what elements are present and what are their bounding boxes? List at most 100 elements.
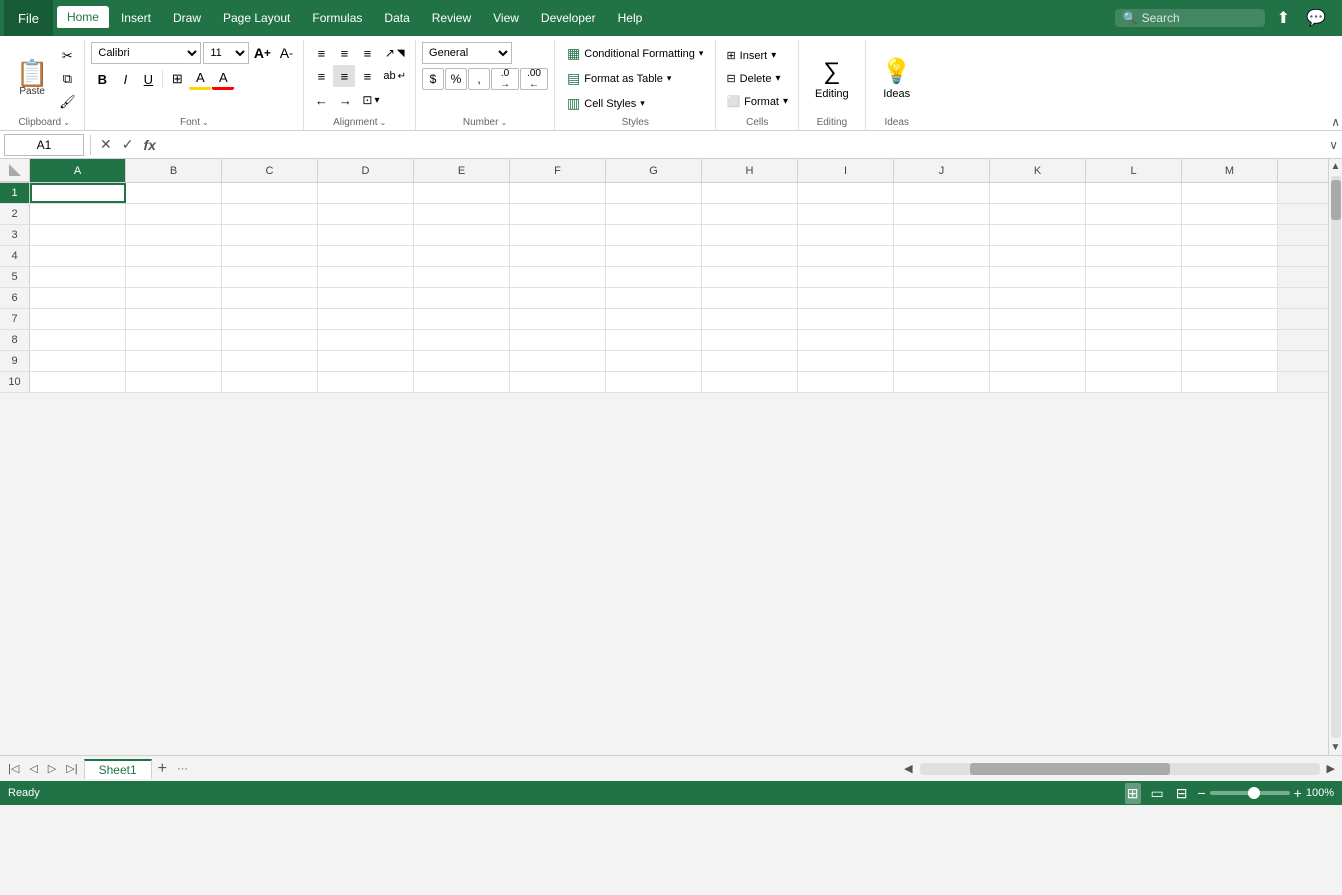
col-header-A[interactable]: A [30, 159, 126, 182]
col-header-I[interactable]: I [798, 159, 894, 182]
h-scrollbar-thumb[interactable] [970, 763, 1170, 775]
col-header-B[interactable]: B [126, 159, 222, 182]
menu-item-formulas[interactable]: Formulas [302, 7, 372, 29]
zoom-in-button[interactable]: + [1294, 785, 1302, 801]
alignment-expand-icon[interactable]: ⌄ [380, 118, 387, 127]
merge-center-button[interactable]: ⊡ ▾ [358, 89, 383, 111]
cell-H7[interactable] [702, 309, 798, 329]
cell-F9[interactable] [510, 351, 606, 371]
cell-C9[interactable] [222, 351, 318, 371]
cell-G1[interactable] [606, 183, 702, 203]
align-top-right[interactable]: ≡ [356, 42, 378, 64]
sheet-nav-prev[interactable]: ◁ [25, 760, 41, 777]
cell-M9[interactable] [1182, 351, 1278, 371]
cell-I9[interactable] [798, 351, 894, 371]
italic-button[interactable]: I [114, 68, 136, 90]
cell-G4[interactable] [606, 246, 702, 266]
file-menu-button[interactable]: File [4, 0, 53, 36]
font-expand-icon[interactable]: ⌄ [202, 118, 209, 127]
number-expand-icon[interactable]: ⌄ [500, 118, 507, 127]
menu-item-view[interactable]: View [483, 7, 529, 29]
cell-I3[interactable] [798, 225, 894, 245]
align-top-center[interactable]: ≡ [333, 42, 355, 64]
sheet-nav-last[interactable]: ▷| [62, 760, 81, 777]
menu-item-insert[interactable]: Insert [111, 7, 161, 29]
cell-H2[interactable] [702, 204, 798, 224]
cell-K3[interactable] [990, 225, 1086, 245]
font-name-select[interactable]: Calibri [91, 42, 201, 64]
wrap-text-button[interactable]: ab↵ [380, 65, 409, 87]
decrease-decimal-button[interactable]: .00← [520, 68, 548, 90]
cell-C7[interactable] [222, 309, 318, 329]
cell-G7[interactable] [606, 309, 702, 329]
cell-M1[interactable] [1182, 183, 1278, 203]
cell-E10[interactable] [414, 372, 510, 392]
zoom-track[interactable] [1210, 791, 1290, 795]
row-num-8[interactable]: 8 [0, 330, 30, 350]
align-middle-left[interactable]: ≡ [310, 65, 332, 87]
cell-F4[interactable] [510, 246, 606, 266]
percent-button[interactable]: % [445, 68, 467, 90]
increase-decimal-button[interactable]: .0→ [491, 68, 519, 90]
cell-reference-box[interactable] [4, 134, 84, 156]
cell-C10[interactable] [222, 372, 318, 392]
insert-cells-button[interactable]: ⊞ Insert ▾ [722, 45, 792, 67]
cell-B3[interactable] [126, 225, 222, 245]
indent-decrease-button[interactable]: ← [310, 89, 332, 111]
cut-button[interactable]: ✂ [56, 45, 78, 67]
cell-F8[interactable] [510, 330, 606, 350]
cell-F7[interactable] [510, 309, 606, 329]
cell-A6[interactable] [30, 288, 126, 308]
row-num-4[interactable]: 4 [0, 246, 30, 266]
cell-J6[interactable] [894, 288, 990, 308]
add-sheet-button[interactable]: + [154, 760, 171, 778]
h-scroll-right-button[interactable]: ▶ [1324, 760, 1338, 777]
cell-A3[interactable] [30, 225, 126, 245]
vertical-scrollbar[interactable]: ▲ ▼ [1328, 159, 1342, 755]
cell-I4[interactable] [798, 246, 894, 266]
cell-G3[interactable] [606, 225, 702, 245]
scroll-up-button[interactable]: ▲ [1329, 159, 1342, 174]
align-middle-right[interactable]: ≡ [356, 65, 378, 87]
function-button[interactable]: fx [140, 137, 158, 153]
cell-J5[interactable] [894, 267, 990, 287]
decrease-font-button[interactable]: A- [275, 42, 297, 64]
row-num-7[interactable]: 7 [0, 309, 30, 329]
col-header-J[interactable]: J [894, 159, 990, 182]
cell-E3[interactable] [414, 225, 510, 245]
cell-J10[interactable] [894, 372, 990, 392]
orientation-button[interactable]: ↗◥ [380, 42, 409, 64]
ideas-button[interactable]: 💡 Ideas [872, 51, 922, 106]
menu-item-home[interactable]: Home [57, 6, 109, 30]
cell-L1[interactable] [1086, 183, 1182, 203]
cell-B2[interactable] [126, 204, 222, 224]
cell-A7[interactable] [30, 309, 126, 329]
formula-expand-button[interactable]: ∨ [1329, 138, 1338, 152]
cell-B6[interactable] [126, 288, 222, 308]
formula-input[interactable] [163, 138, 1325, 152]
cell-M10[interactable] [1182, 372, 1278, 392]
cell-styles-button[interactable]: ▥ Cell Styles ▾ [561, 92, 651, 115]
cell-M7[interactable] [1182, 309, 1278, 329]
horizontal-scrollbar[interactable] [920, 763, 1320, 775]
cell-K1[interactable] [990, 183, 1086, 203]
cell-L6[interactable] [1086, 288, 1182, 308]
sheet-tab-1[interactable]: Sheet1 [84, 759, 152, 779]
cell-B1[interactable] [126, 183, 222, 203]
row-num-10[interactable]: 10 [0, 372, 30, 392]
cell-G5[interactable] [606, 267, 702, 287]
cell-E6[interactable] [414, 288, 510, 308]
cell-L3[interactable] [1086, 225, 1182, 245]
cell-E1[interactable] [414, 183, 510, 203]
cell-D7[interactable] [318, 309, 414, 329]
currency-button[interactable]: $ [422, 68, 444, 90]
comma-button[interactable]: , [468, 68, 490, 90]
cell-I10[interactable] [798, 372, 894, 392]
cell-G6[interactable] [606, 288, 702, 308]
cell-H8[interactable] [702, 330, 798, 350]
share-icon[interactable]: ⬆ [1273, 6, 1294, 30]
row-num-6[interactable]: 6 [0, 288, 30, 308]
cell-H4[interactable] [702, 246, 798, 266]
view-normal-button[interactable]: ⊞ [1125, 783, 1141, 804]
cell-I2[interactable] [798, 204, 894, 224]
